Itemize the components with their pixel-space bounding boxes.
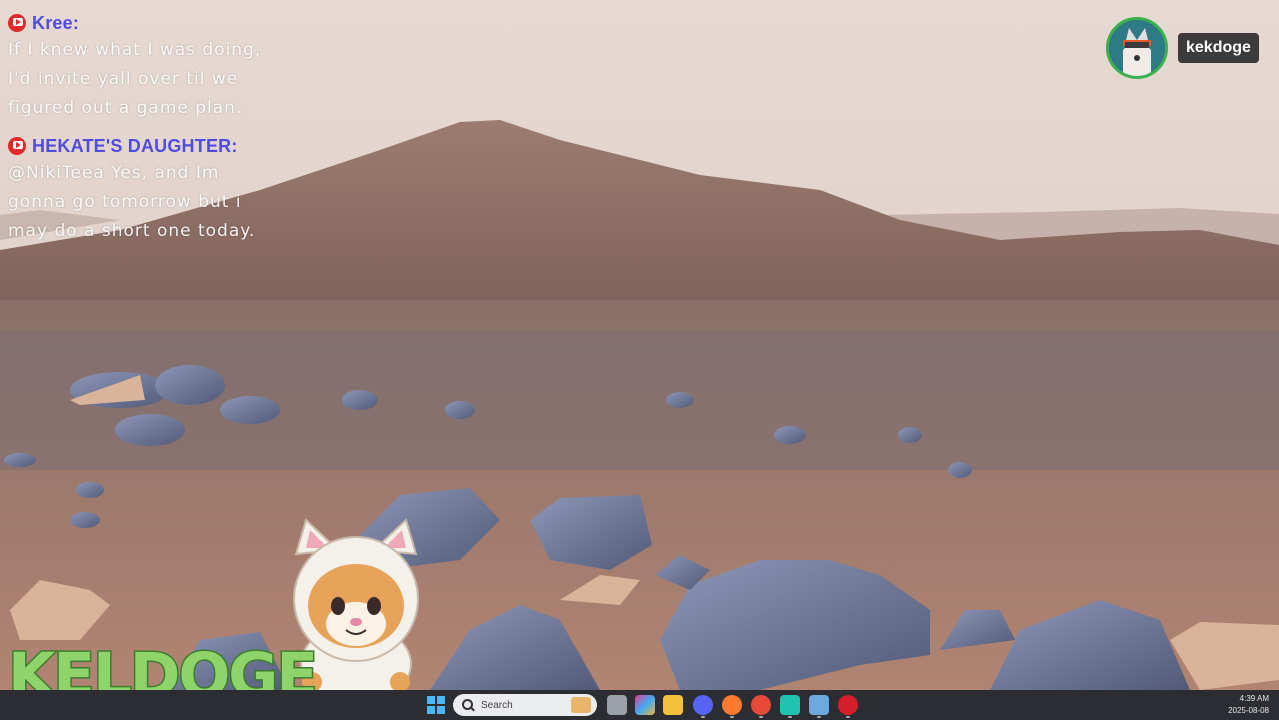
task-view-icon[interactable] bbox=[607, 695, 627, 715]
dog-avatar-icon bbox=[1106, 17, 1168, 79]
clock-date: 2025-08-08 bbox=[1228, 706, 1269, 715]
chat-message: Kree: If I knew what I was doing, I'd in… bbox=[8, 10, 270, 123]
search-icon bbox=[461, 698, 475, 712]
youtube-icon bbox=[8, 14, 26, 32]
chat-message-text: If I knew what I was doing, I'd invite y… bbox=[8, 40, 262, 118]
notepad-icon[interactable] bbox=[809, 695, 829, 718]
copilot-icon[interactable] bbox=[635, 695, 655, 715]
system-clock[interactable]: 4:39 AM 2025-08-08 bbox=[1228, 693, 1269, 717]
taskbar-search-input[interactable]: Search bbox=[453, 694, 597, 716]
chat-message-header: HEKATE'S DAUGHTER: bbox=[8, 133, 270, 159]
chat-username: HEKATE'S DAUGHTER: bbox=[32, 135, 238, 156]
clock-time: 4:39 AM bbox=[1239, 694, 1269, 703]
file-explorer-icon[interactable] bbox=[663, 695, 683, 715]
live-chat-overlay: Kree: If I knew what I was doing, I'd in… bbox=[8, 10, 270, 256]
youtube-icon bbox=[8, 137, 26, 155]
chrome-icon[interactable] bbox=[751, 695, 771, 718]
streamer-badge: kekdoge bbox=[1106, 17, 1259, 79]
youtube-app-icon[interactable] bbox=[838, 695, 858, 718]
streamer-name-tag: kekdoge bbox=[1178, 33, 1259, 63]
chat-message-text: @NikiTeea Yes, and Im gonna go tomorrow … bbox=[8, 163, 256, 241]
windows-taskbar: Search 4:39 AM 2025-08-08 bbox=[0, 690, 1279, 720]
discord-icon[interactable] bbox=[693, 695, 713, 718]
app-icon[interactable] bbox=[780, 695, 800, 718]
chat-username: Kree: bbox=[32, 12, 80, 33]
windows-start-icon[interactable] bbox=[427, 696, 445, 714]
search-placeholder: Search bbox=[481, 699, 513, 711]
search-highlight-icon bbox=[571, 697, 591, 713]
firefox-icon[interactable] bbox=[722, 695, 742, 718]
chat-message-header: Kree: bbox=[8, 10, 270, 36]
chat-message: HEKATE'S DAUGHTER: @NikiTeea Yes, and Im… bbox=[8, 133, 270, 246]
